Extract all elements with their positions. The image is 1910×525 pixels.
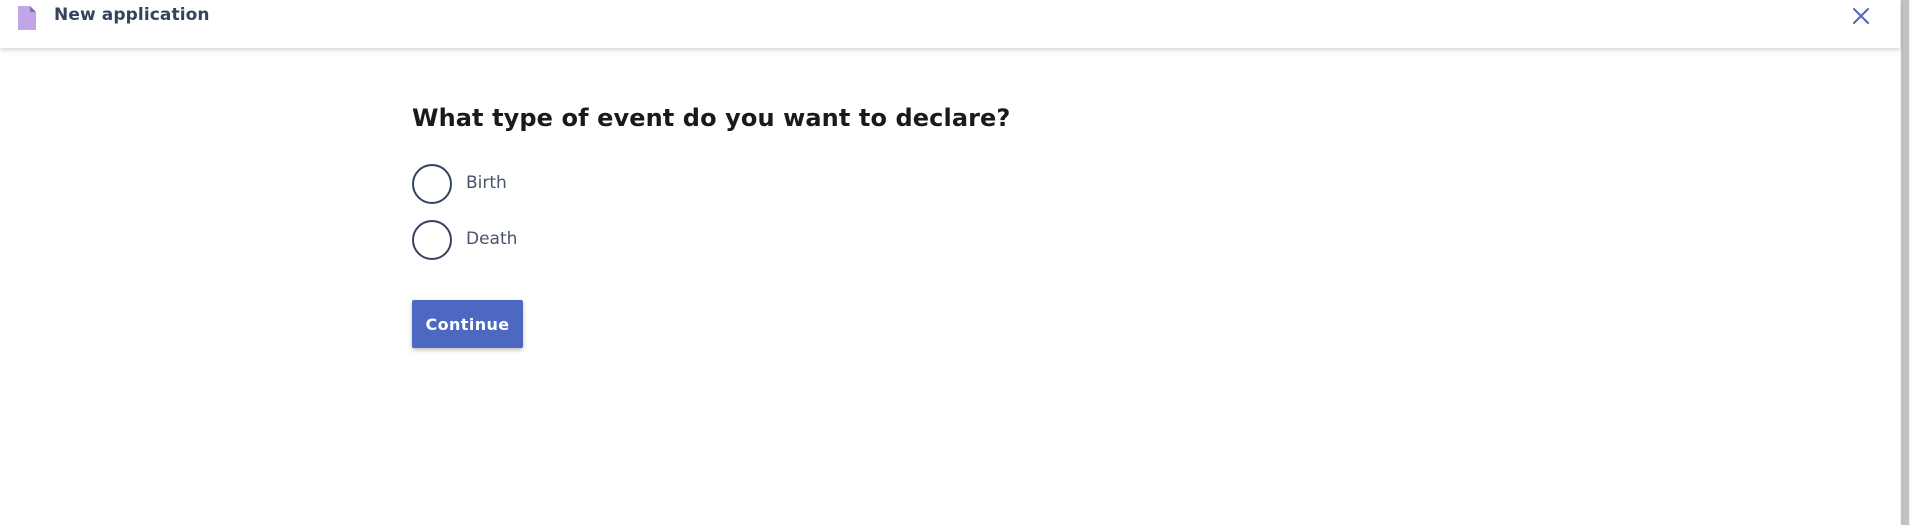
close-icon[interactable]: [1850, 4, 1872, 28]
page: New application What type of event do yo…: [0, 0, 1910, 525]
app-title: New application: [54, 5, 210, 25]
vertical-scrollbar[interactable]: [1900, 0, 1910, 525]
radio-button-death[interactable]: [412, 220, 452, 260]
event-type-form: What type of event do you want to declar…: [412, 104, 1312, 348]
radio-button-birth[interactable]: [412, 164, 452, 204]
document-icon: [18, 6, 36, 30]
radio-label-birth: Birth: [466, 173, 507, 193]
scrollbar-thumb[interactable]: [1901, 0, 1909, 525]
top-bar: New application: [0, 0, 1900, 48]
continue-button[interactable]: Continue: [412, 300, 523, 348]
radio-label-death: Death: [466, 229, 518, 249]
question-heading: What type of event do you want to declar…: [412, 104, 1011, 132]
